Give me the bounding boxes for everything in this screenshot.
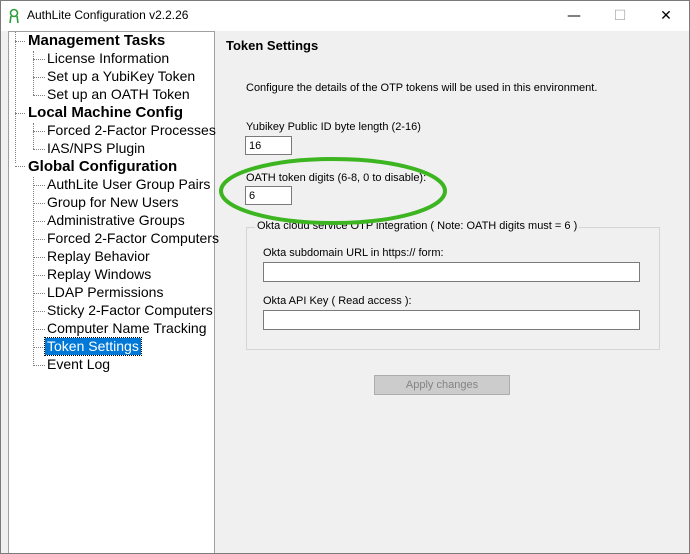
tree-connector (33, 221, 45, 222)
apply-changes-button[interactable]: Apply changes (374, 375, 510, 395)
tree-connector (33, 185, 45, 186)
tree-item-setup-yubikey-token[interactable]: Set up a YubiKey Token (45, 68, 197, 85)
tree-connector (33, 149, 45, 150)
tree-item-token-settings[interactable]: Token Settings (44, 337, 142, 356)
tree-connector (33, 365, 45, 366)
minimize-button[interactable]: — (551, 1, 597, 31)
oath-digits-label: OATH token digits (6-8, 0 to disable): (246, 172, 427, 184)
tree-item-authlite-user-group-pairs[interactable]: AuthLite User Group Pairs (45, 176, 212, 193)
okta-group-legend: Okta cloud service OTP integration ( Not… (255, 220, 580, 232)
tree-connector (33, 95, 45, 96)
tree-connector (33, 239, 45, 240)
panel-title: Token Settings (226, 38, 319, 53)
tree-item-license-information[interactable]: License Information (45, 50, 171, 67)
token-settings-panel: Token Settings Configure the details of … (216, 31, 689, 553)
tree-connector (33, 177, 34, 366)
tree-item-group-for-new-users[interactable]: Group for New Users (45, 194, 180, 211)
navigation-tree[interactable]: Management Tasks License Information Set… (8, 31, 219, 553)
tree-connector (33, 293, 45, 294)
tree-item-computer-name-tracking[interactable]: Computer Name Tracking (45, 320, 209, 337)
tree-item-administrative-groups[interactable]: Administrative Groups (45, 212, 187, 229)
close-button[interactable]: ✕ (643, 1, 689, 31)
tree-connector (15, 166, 25, 167)
okta-apikey-label: Okta API Key ( Read access ): (263, 295, 412, 307)
app-window: AuthLite Configuration v2.2.26 — ☐ ✕ Man… (0, 0, 690, 554)
tree-item-replay-behavior[interactable]: Replay Behavior (45, 248, 152, 265)
tree-group-local-machine-config[interactable]: Local Machine Config (26, 104, 185, 121)
tree-item-ias-nps-plugin[interactable]: IAS/NPS Plugin (45, 140, 147, 157)
tree-connector (15, 32, 16, 163)
tree-connector (33, 59, 45, 60)
tree-connector (33, 131, 45, 132)
tree-item-forced-2factor-computers[interactable]: Forced 2-Factor Computers (45, 230, 221, 247)
tree-item-replay-windows[interactable]: Replay Windows (45, 266, 153, 283)
tree-connector (33, 203, 45, 204)
okta-apikey-input[interactable] (263, 310, 640, 330)
tree-group-global-configuration[interactable]: Global Configuration (26, 158, 179, 175)
yubikey-length-input[interactable]: 16 (245, 136, 292, 155)
tree-item-forced-2factor-processes[interactable]: Forced 2-Factor Processes (45, 122, 218, 139)
okta-subdomain-input[interactable] (263, 262, 640, 282)
tree-connector (33, 311, 45, 312)
tree-item-sticky-2factor-computers[interactable]: Sticky 2-Factor Computers (45, 302, 215, 319)
oath-digits-input[interactable]: 6 (245, 186, 292, 205)
tree-item-ldap-permissions[interactable]: LDAP Permissions (45, 284, 165, 301)
tree-item-setup-oath-token[interactable]: Set up an OATH Token (45, 86, 192, 103)
tree-connector (15, 41, 25, 42)
tree-connector (33, 77, 45, 78)
tree-connector (33, 257, 45, 258)
tree-connector (33, 275, 45, 276)
title-bar[interactable]: AuthLite Configuration v2.2.26 — ☐ ✕ (1, 1, 689, 31)
window-title: AuthLite Configuration v2.2.26 (27, 8, 189, 22)
okta-subdomain-label: Okta subdomain URL in https:// form: (263, 247, 444, 259)
tree-connector (33, 347, 45, 348)
tree-item-event-log[interactable]: Event Log (45, 356, 112, 373)
tree-connector (33, 123, 34, 149)
tree-connector (33, 51, 34, 95)
okta-integration-group: Okta cloud service OTP integration ( Not… (246, 220, 660, 350)
tree-connector (33, 329, 45, 330)
yubikey-length-label: Yubikey Public ID byte length (2-16) (246, 121, 421, 133)
tree-connector (15, 113, 25, 114)
panel-description: Configure the details of the OTP tokens … (246, 82, 598, 94)
tree-group-management-tasks[interactable]: Management Tasks (26, 32, 167, 49)
maximize-button[interactable]: ☐ (597, 1, 643, 31)
authlite-logo-icon (9, 8, 19, 24)
